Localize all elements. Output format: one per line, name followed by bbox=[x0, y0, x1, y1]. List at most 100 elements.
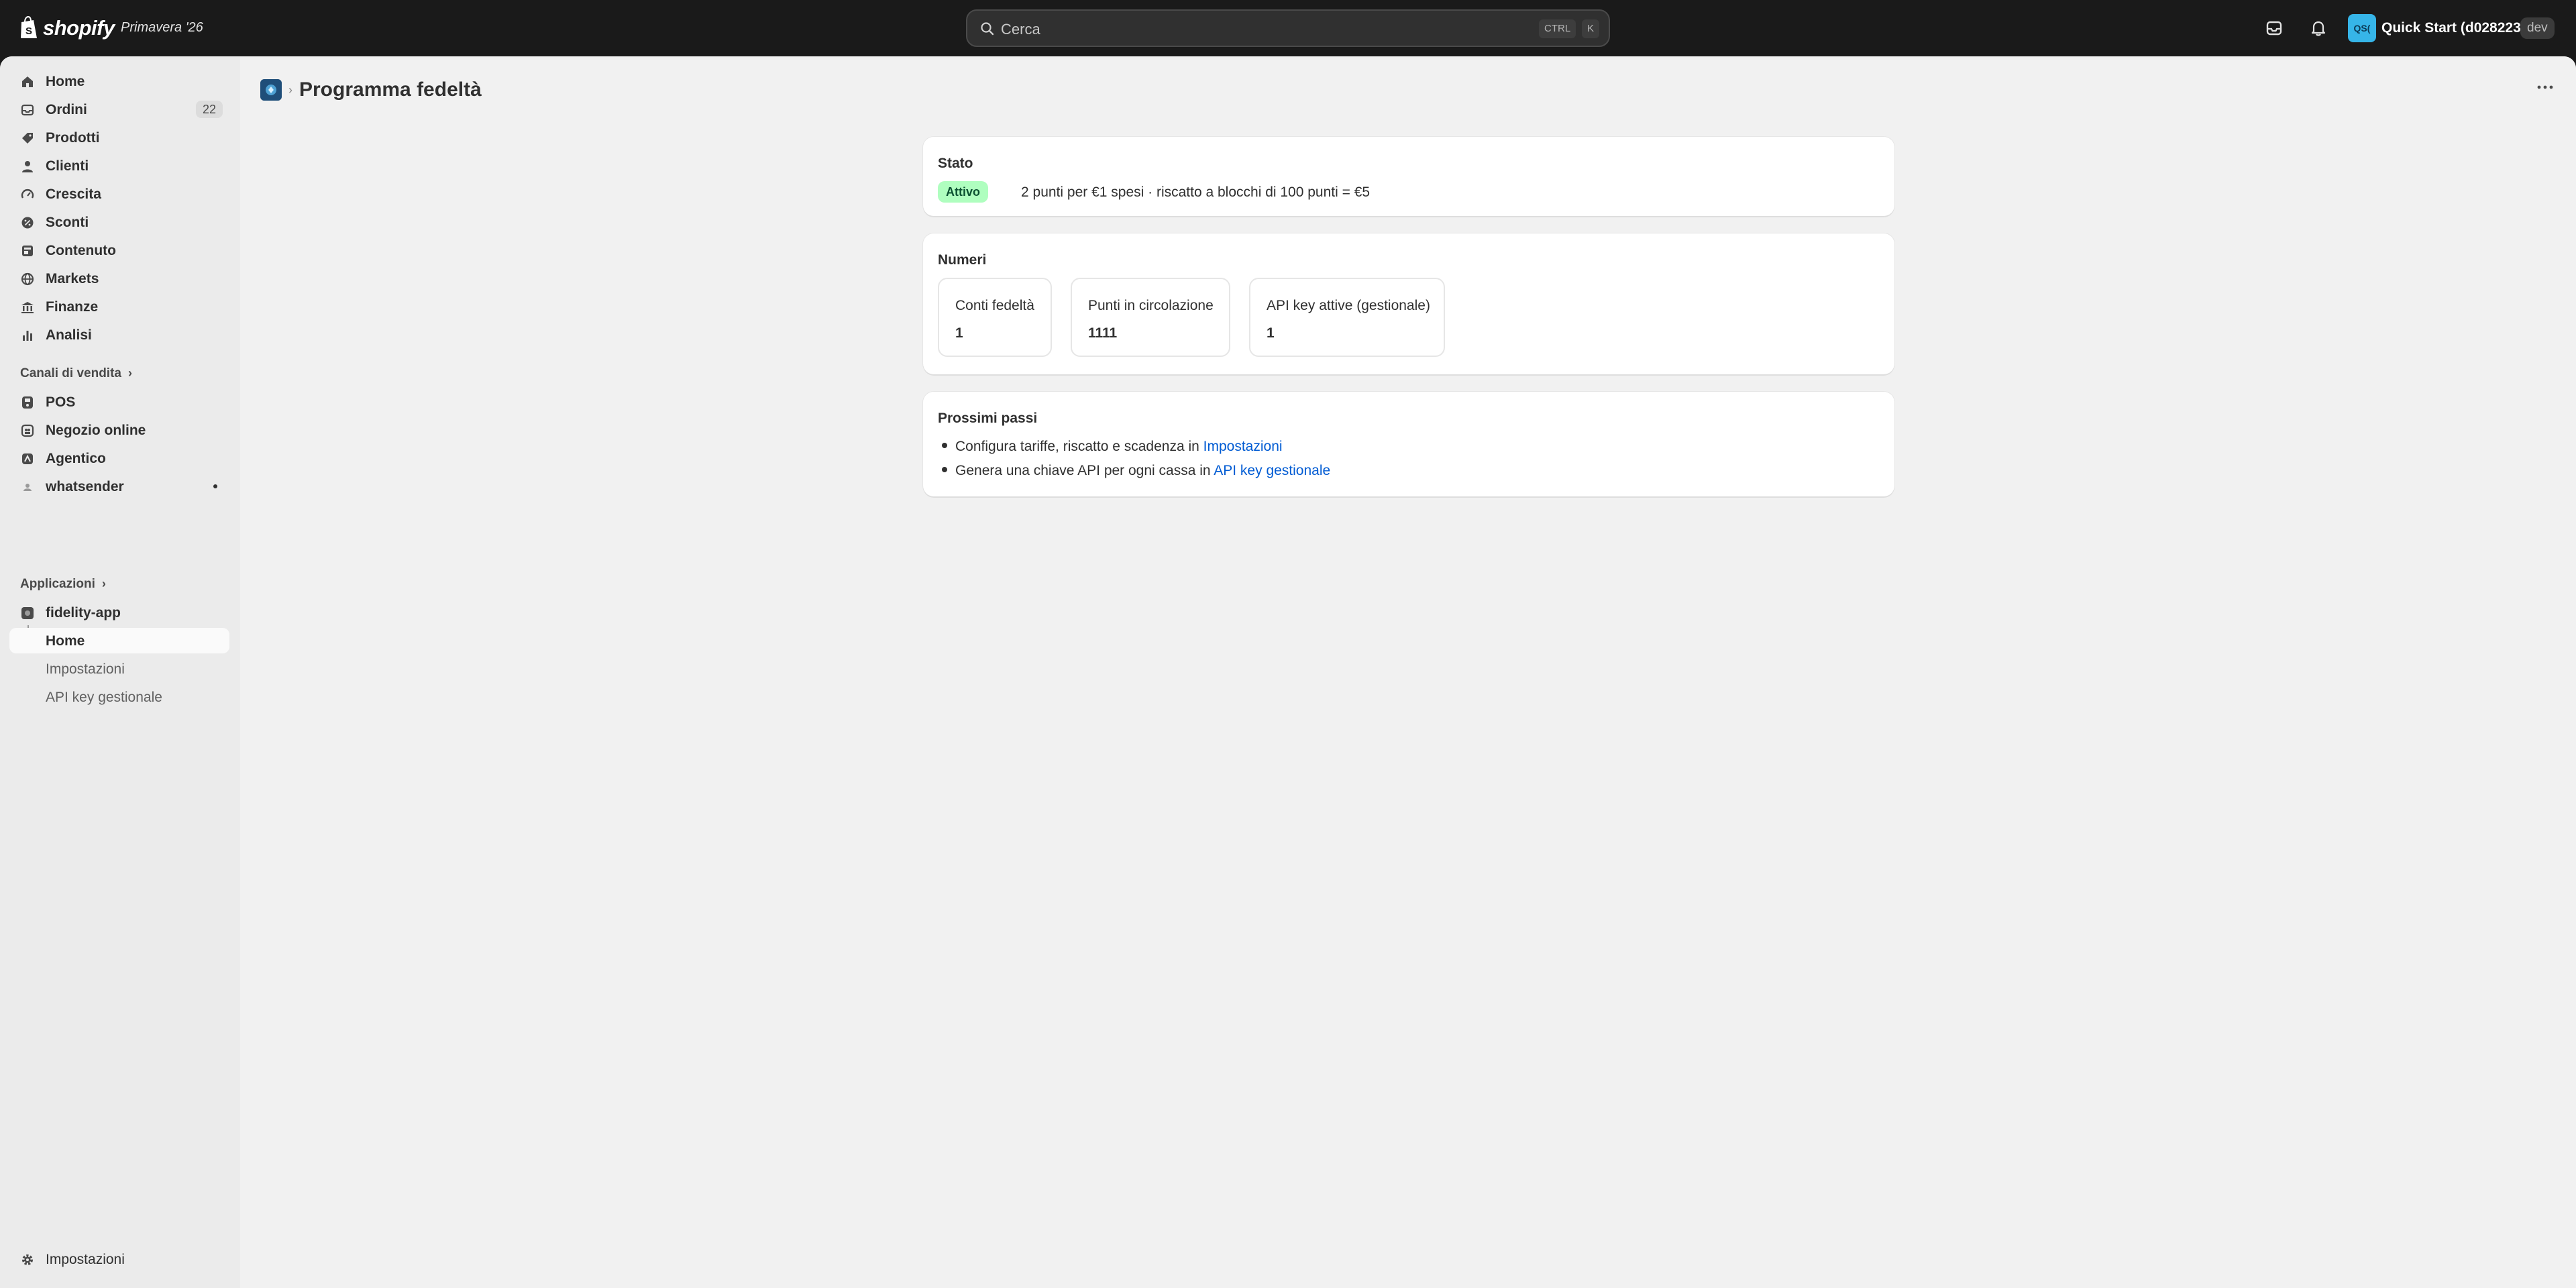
search-placeholder: Cerca bbox=[1001, 21, 1040, 38]
sidebar-item-markets[interactable]: Markets bbox=[9, 266, 229, 291]
sidebar-item-analisi[interactable]: Analisi bbox=[9, 322, 229, 347]
pos-icon bbox=[22, 396, 33, 409]
page-header: › Programma fedeltà bbox=[260, 74, 482, 106]
bar-chart-icon bbox=[23, 331, 32, 341]
sidebar-item-label: Impostazioni bbox=[46, 1252, 125, 1267]
app-breadcrumb-icon[interactable] bbox=[260, 79, 282, 101]
step-text: Configura tariffe, riscatto e scadenza i… bbox=[955, 439, 1203, 454]
sidebar-item-crescita[interactable]: Crescita bbox=[9, 181, 229, 207]
shopify-logo[interactable]: S shopify bbox=[19, 15, 115, 42]
shortcut-ctrl-key: CTRL bbox=[1539, 19, 1576, 38]
apps-heading[interactable]: Applicazioni › bbox=[20, 577, 106, 592]
numbers-card: Numeri Conti fedeltà 1 Punti in circolaz… bbox=[923, 233, 1894, 374]
sidebar-item-label: Markets bbox=[46, 271, 99, 286]
sidebar-item-label: Finanze bbox=[46, 299, 99, 315]
sidebar-item-prodotti[interactable]: Prodotti bbox=[9, 125, 229, 150]
orders-count-badge: 22 bbox=[195, 101, 223, 118]
bank-icon bbox=[21, 302, 34, 313]
tag-icon bbox=[22, 133, 33, 144]
sidebar-item-home[interactable]: Home bbox=[9, 68, 229, 94]
sidebar-item-label: POS bbox=[46, 394, 76, 410]
sidebar-item-whatsender[interactable]: whatsender bbox=[9, 474, 229, 499]
shopify-bag-icon: S bbox=[21, 16, 37, 38]
admin-frame: Home Ordini 22 Prodotti Clienti Crescita… bbox=[0, 56, 2576, 1288]
sidebar-item-label: API key gestionale bbox=[46, 690, 162, 705]
agent-icon bbox=[22, 453, 33, 464]
store-name[interactable]: Quick Start (d0282239) bbox=[2381, 20, 2533, 36]
settings-link[interactable]: Impostazioni bbox=[1203, 439, 1283, 454]
step-text: Genera una chiave API per ogni cassa in bbox=[955, 463, 1214, 478]
metric-value: 1 bbox=[1267, 325, 1275, 341]
metric-label: API key attive (gestionale) bbox=[1267, 298, 1430, 313]
sidebar-item-label: Agentico bbox=[46, 451, 106, 466]
store-avatar[interactable]: QS( bbox=[2348, 14, 2376, 42]
dev-store-badge: dev bbox=[2520, 17, 2555, 39]
apps-title: Applicazioni bbox=[20, 577, 95, 591]
sidebar-item-label: Home bbox=[46, 633, 85, 649]
metric-value: 1 bbox=[955, 325, 963, 341]
main-content: › Programma fedeltà Stato Attivo 2 punti… bbox=[240, 56, 2576, 1288]
sidebar-item-label: Analisi bbox=[46, 327, 92, 343]
sidebar-item-pos[interactable]: POS bbox=[9, 389, 229, 415]
sidebar-subitem-home[interactable]: Home bbox=[9, 628, 229, 653]
gauge-icon bbox=[21, 189, 34, 199]
next-steps-card: Prossimi passi Configura tariffe, riscat… bbox=[923, 392, 1894, 496]
sidebar-item-label: Crescita bbox=[46, 186, 101, 202]
sales-channels-title: Canali di vendita bbox=[20, 366, 121, 380]
gear-icon bbox=[22, 1254, 33, 1265]
sidebar-item-label: Impostazioni bbox=[46, 661, 125, 677]
sidebar-item-agentico[interactable]: Agentico bbox=[9, 445, 229, 471]
content-icon bbox=[22, 246, 33, 256]
sidebar-subitem-impostazioni[interactable]: Impostazioni bbox=[9, 656, 229, 682]
sidebar-item-label: Prodotti bbox=[46, 130, 100, 146]
sidebar-item-contenuto[interactable]: Contenuto bbox=[9, 237, 229, 263]
inbox-icon bbox=[21, 104, 34, 116]
sidebar-item-ordini[interactable]: Ordini 22 bbox=[9, 97, 229, 122]
sidebar-item-settings[interactable]: Impostazioni bbox=[9, 1246, 229, 1272]
sidebar-item-label: Clienti bbox=[46, 158, 89, 174]
more-actions-icon[interactable] bbox=[2533, 79, 2557, 95]
store-icon bbox=[21, 424, 34, 437]
inbox-tray-icon[interactable] bbox=[2265, 19, 2284, 38]
globe-icon bbox=[21, 272, 34, 286]
bullet-icon bbox=[942, 467, 947, 473]
bullet-icon bbox=[942, 443, 947, 449]
sidebar-item-label: Contenuto bbox=[46, 243, 116, 258]
bell-icon[interactable] bbox=[2309, 19, 2328, 38]
sidebar-item-fidelity-app[interactable]: fidelity-app bbox=[9, 600, 229, 625]
metric-points-circulation: Punti in circolazione 1111 bbox=[1071, 278, 1230, 357]
status-badge: Attivo bbox=[938, 181, 988, 203]
sidebar-item-label: whatsender bbox=[46, 479, 124, 494]
chevron-right-icon: › bbox=[101, 577, 106, 590]
search-icon bbox=[981, 22, 994, 36]
sidebar-item-label: Negozio online bbox=[46, 423, 146, 438]
sidebar-item-negozio-online[interactable]: Negozio online bbox=[9, 417, 229, 443]
status-card-title: Stato bbox=[938, 156, 973, 171]
shortcut-k-key: K bbox=[1582, 19, 1600, 38]
home-icon bbox=[22, 76, 33, 87]
sidebar-subitem-api-key[interactable]: API key gestionale bbox=[9, 684, 229, 710]
discount-icon bbox=[21, 217, 34, 229]
sidebar-item-clienti[interactable]: Clienti bbox=[9, 153, 229, 178]
shopify-wordmark: shopify bbox=[43, 16, 115, 40]
sales-channels-heading[interactable]: Canali di vendita › bbox=[20, 366, 132, 381]
sidebar-item-sconti[interactable]: Sconti bbox=[9, 209, 229, 235]
metric-value: 1111 bbox=[1088, 325, 1118, 341]
chevron-right-icon: › bbox=[127, 366, 132, 380]
sidebar: Home Ordini 22 Prodotti Clienti Crescita… bbox=[0, 56, 240, 1288]
breadcrumb-chevron-icon: › bbox=[288, 83, 292, 97]
metric-label: Punti in circolazione bbox=[1088, 298, 1214, 313]
sidebar-item-label: Home bbox=[46, 74, 85, 89]
metric-active-api-keys: API key attive (gestionale) 1 bbox=[1249, 278, 1445, 357]
edition-label[interactable]: Primavera '26 bbox=[121, 20, 203, 36]
metric-label: Conti fedeltà bbox=[955, 298, 1034, 313]
api-key-link[interactable]: API key gestionale bbox=[1214, 463, 1330, 478]
list-item: Configura tariffe, riscatto e scadenza i… bbox=[938, 439, 1283, 455]
person-icon bbox=[22, 161, 33, 172]
page-title: Programma fedeltà bbox=[299, 78, 482, 101]
search-bar[interactable]: Cerca CTRL K bbox=[966, 9, 1610, 47]
top-bar: S shopify Primavera '26 Cerca CTRL K QS(… bbox=[0, 0, 2576, 56]
sidebar-item-finanze[interactable]: Finanze bbox=[9, 294, 229, 319]
sidebar-item-label: fidelity-app bbox=[46, 605, 121, 621]
metric-loyalty-accounts: Conti fedeltà 1 bbox=[938, 278, 1052, 357]
